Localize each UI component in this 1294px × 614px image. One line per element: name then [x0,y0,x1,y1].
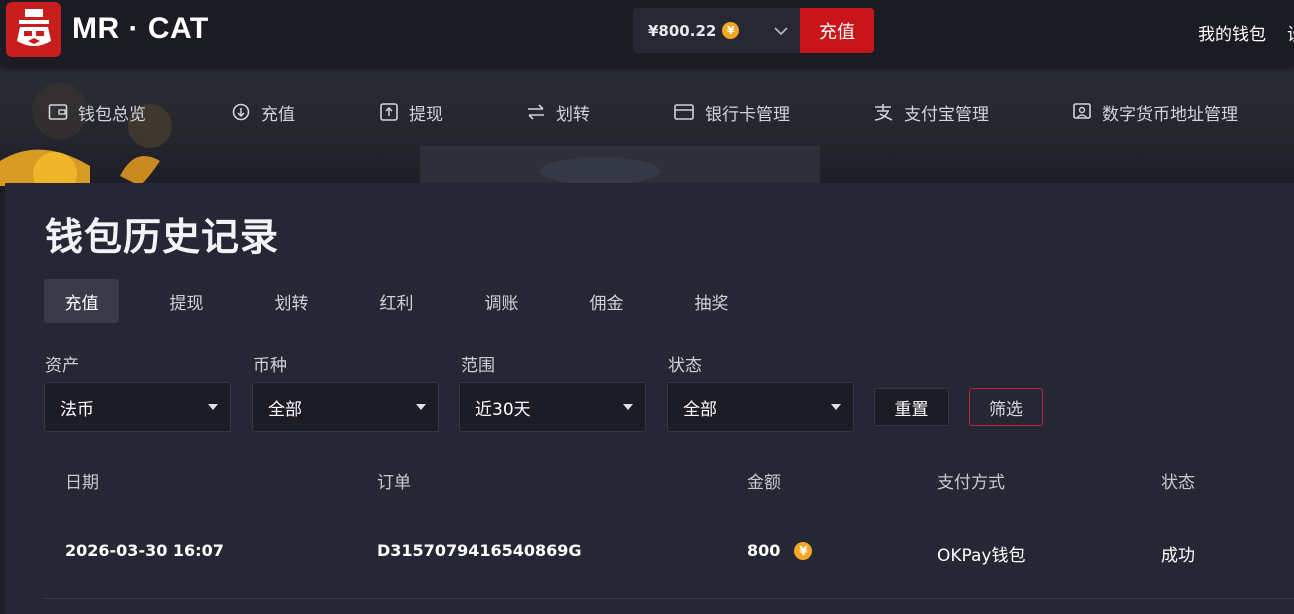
amount-value: 800 [747,541,781,560]
column-header-date: 日期 [65,473,99,493]
page-title: 钱包历史记录 [45,215,280,259]
balance-amount: ¥800.22 [648,21,717,40]
cell-amount: 800 ¥ [747,541,813,560]
column-header-payment-method: 支付方式 [937,473,1005,493]
bank-card-icon [674,104,694,120]
yuan-coin-icon: ¥ [794,541,813,560]
balance-dropdown[interactable]: ¥800.22 ¥ [633,8,800,53]
cell-status: 成功 [1161,546,1195,566]
column-header-status: 状态 [1161,473,1195,493]
status-select[interactable]: 全部 [667,382,854,432]
crypto-address-icon [1073,103,1091,119]
brand-name: MR · CAT [72,12,209,45]
range-select[interactable]: 近30天 [459,382,646,432]
asset-select[interactable]: 法币 [44,382,231,432]
cell-payment-method: OKPay钱包 [937,546,1026,566]
reset-button[interactable]: 重置 [874,388,949,426]
currency-filter-label: 币种 [253,356,287,376]
logo[interactable] [6,2,61,57]
deposit-icon [232,103,250,121]
tab-bonus[interactable]: 红利 [359,279,434,323]
top-bar: MR · CAT ¥800.22 ¥ 充值 我的钱包 设 [0,0,1294,66]
tab-adjustment[interactable]: 调账 [464,279,539,323]
column-header-order: 订单 [377,473,411,493]
subnav-item-deposit[interactable]: 充值 [231,88,295,136]
cell-order-id: D3157079416540869G [377,541,582,560]
subnav-label: 提现 [409,104,443,125]
tab-lottery[interactable]: 抽奖 [674,279,749,323]
status-select-value: 全部 [683,399,717,420]
subnav-label: 数字货币地址管理 [1102,104,1238,125]
chevron-down-icon [774,27,788,36]
asset-filter-label: 资产 [45,356,79,376]
withdraw-icon [380,103,398,121]
wallet-history-panel: 钱包历史记录 充值 提现 划转 红利 调账 佣金 抽奖 资产 法币 币种 全部 … [5,183,1294,614]
settings-link-partial[interactable]: 设 [1287,20,1294,45]
subnav-label: 钱包总览 [78,104,146,125]
column-header-amount: 金额 [747,473,781,493]
recharge-button[interactable]: 充值 [800,8,874,53]
filter-button[interactable]: 筛选 [969,388,1043,426]
row-divider [43,598,1294,599]
subnav-item-alipay[interactable]: 支付宝管理 [872,88,989,136]
tab-deposit[interactable]: 充值 [44,279,119,323]
subnav-item-bank-card[interactable]: 银行卡管理 [673,88,790,136]
range-select-value: 近30天 [475,399,531,420]
wallet-icon [48,104,68,120]
cell-date: 2026-03-30 16:07 [65,541,224,560]
subnav-label: 支付宝管理 [904,104,989,125]
tab-withdraw[interactable]: 提现 [149,279,224,323]
subnav-item-transfer[interactable]: 划转 [526,88,590,136]
alipay-icon [874,104,893,121]
wallet-subnav: 钱包总览 充值 提现 划转 银行卡管理 支付宝管理 数字货币地址管理 [0,88,1294,136]
tab-commission[interactable]: 佣金 [569,279,644,323]
caret-down-icon [831,404,841,410]
tab-transfer[interactable]: 划转 [254,279,329,323]
subnav-item-crypto-address[interactable]: 数字货币地址管理 [1072,88,1238,136]
currency-select[interactable]: 全部 [252,382,439,432]
subnav-item-withdraw[interactable]: 提现 [379,88,443,136]
currency-select-value: 全部 [268,399,302,420]
subnav-label: 充值 [261,104,295,125]
subnav-label: 划转 [556,104,590,125]
caret-down-icon [623,404,633,410]
asset-select-value: 法币 [60,399,94,420]
cat-mascot-logo-icon [16,8,51,46]
yuan-coin-icon: ¥ [722,22,740,39]
my-wallet-link[interactable]: 我的钱包 [1198,20,1266,45]
transfer-arrows-icon [528,104,544,120]
range-filter-label: 范围 [461,356,495,376]
status-filter-label: 状态 [668,356,702,376]
caret-down-icon [208,404,218,410]
caret-down-icon [416,404,426,410]
subnav-item-wallet-overview[interactable]: 钱包总览 [48,88,146,136]
subnav-label: 银行卡管理 [705,104,790,125]
